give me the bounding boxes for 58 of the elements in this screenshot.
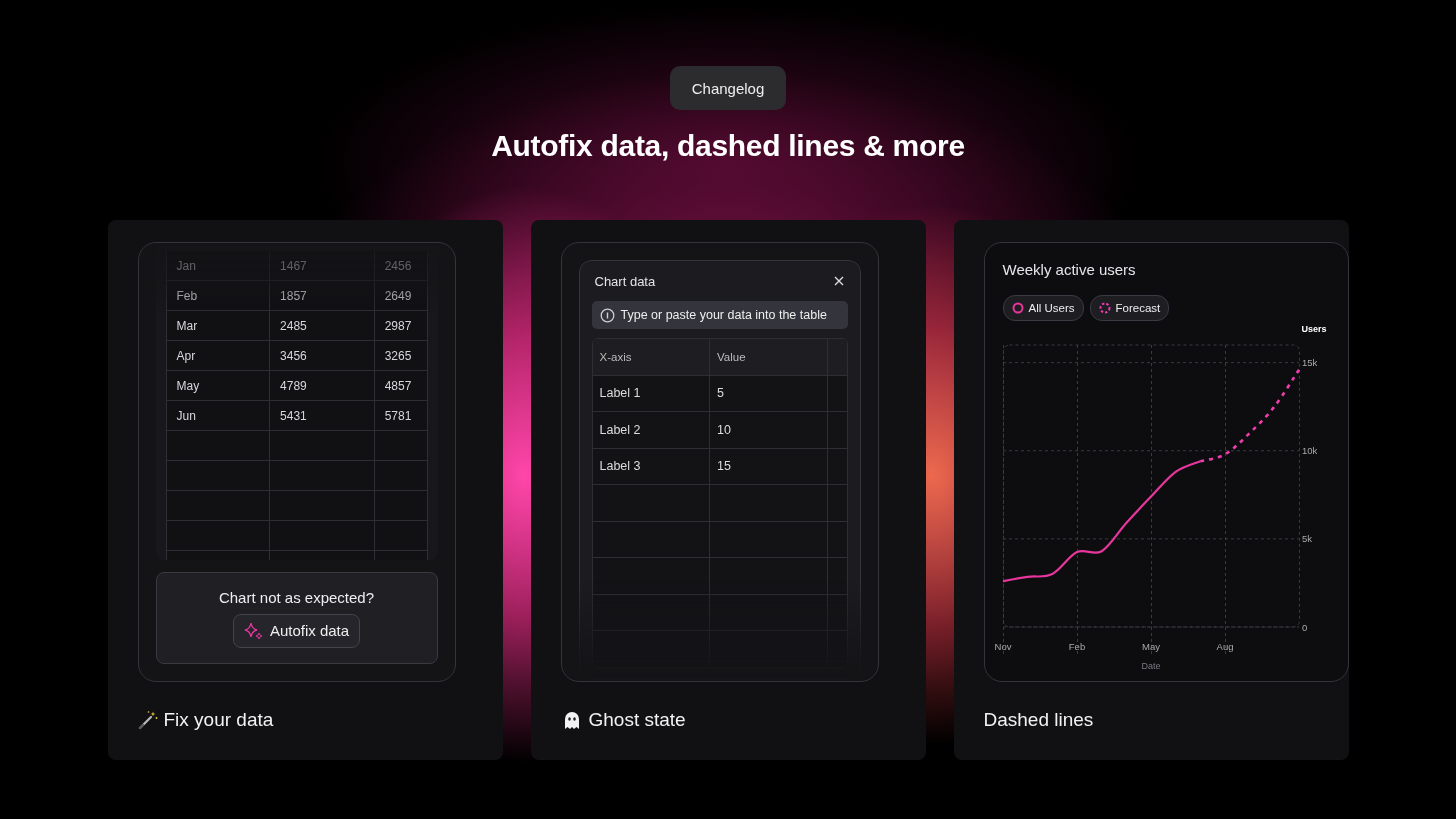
prompt-text: Chart not as expected?: [218, 588, 375, 606]
dashed-ring-icon: [1098, 302, 1111, 314]
table-cell: 1467: [270, 251, 375, 280]
table-cell: Jan: [165, 251, 271, 280]
y-tick-label: 10k: [1301, 445, 1317, 457]
chart-title: Weekly active users: [1002, 261, 1137, 280]
ring-icon: [1011, 302, 1024, 314]
magic-wand-icon: [137, 710, 158, 730]
changelog-badge: Changelog: [669, 66, 787, 110]
table-cell[interactable]: 15: [710, 448, 828, 484]
x-tick-label: Nov: [994, 641, 1011, 652]
table-cell: 3265: [374, 341, 428, 370]
table-cell[interactable]: 10: [710, 412, 828, 448]
table-cell: 5781: [374, 401, 428, 430]
y-tick-label: 0: [1301, 621, 1307, 633]
table-cell[interactable]: Label 3: [592, 448, 711, 484]
y-tick-label: 15k: [1301, 357, 1317, 369]
card-caption: Fix your data: [163, 709, 274, 731]
table-cell: 2649: [374, 281, 428, 310]
table-cell[interactable]: Label 2: [592, 412, 711, 448]
empty-table-row[interactable]: [592, 485, 847, 522]
card-caption: Dashed lines: [983, 709, 1094, 731]
empty-table-row[interactable]: [592, 558, 847, 595]
table-cell: 4857: [374, 371, 428, 400]
table-cell[interactable]: 5: [710, 375, 828, 411]
sparkle-icon: [243, 621, 264, 640]
table-cell: May: [165, 371, 271, 400]
table-cell: 3456: [270, 341, 375, 370]
table-cell: Feb: [165, 281, 271, 310]
autofix-button[interactable]: Autofix data: [232, 613, 361, 648]
column-header: Value: [710, 339, 828, 375]
legend-pill[interactable]: Forecast: [1089, 295, 1170, 321]
table-cell: Mar: [165, 311, 271, 340]
table-cell: 2456: [374, 251, 428, 280]
axis-title: Users: [1301, 324, 1327, 334]
dialog-title: Chart data: [594, 273, 656, 289]
card-caption: Ghost state: [588, 709, 686, 731]
empty-table-row[interactable]: [592, 594, 847, 631]
table-cell: Jun: [165, 401, 271, 430]
table-cell: 2485: [270, 311, 375, 340]
table-cell[interactable]: Label 1: [592, 375, 711, 411]
empty-table-row[interactable]: [592, 521, 847, 558]
x-tick-label: Feb: [1068, 641, 1085, 652]
table-cell: 4789: [270, 371, 375, 400]
table-cell: 1857: [270, 281, 375, 310]
x-tick-label: May: [1141, 641, 1160, 652]
legend-pill[interactable]: All Users: [1002, 295, 1084, 321]
y-tick-label: 5k: [1301, 533, 1312, 545]
axis-title: Date: [1141, 661, 1160, 671]
close-icon[interactable]: [833, 276, 844, 286]
info-text: Type or paste your data into the table: [620, 308, 827, 322]
info-icon: [599, 307, 615, 323]
page-title: Autofix data, dashed lines & more: [491, 128, 965, 164]
table-cell: 5431: [270, 401, 375, 430]
table-cell: 2987: [374, 311, 428, 340]
x-tick-label: Aug: [1216, 641, 1233, 652]
column-header: X-axis: [592, 339, 711, 375]
table-cell: Apr: [165, 341, 271, 370]
